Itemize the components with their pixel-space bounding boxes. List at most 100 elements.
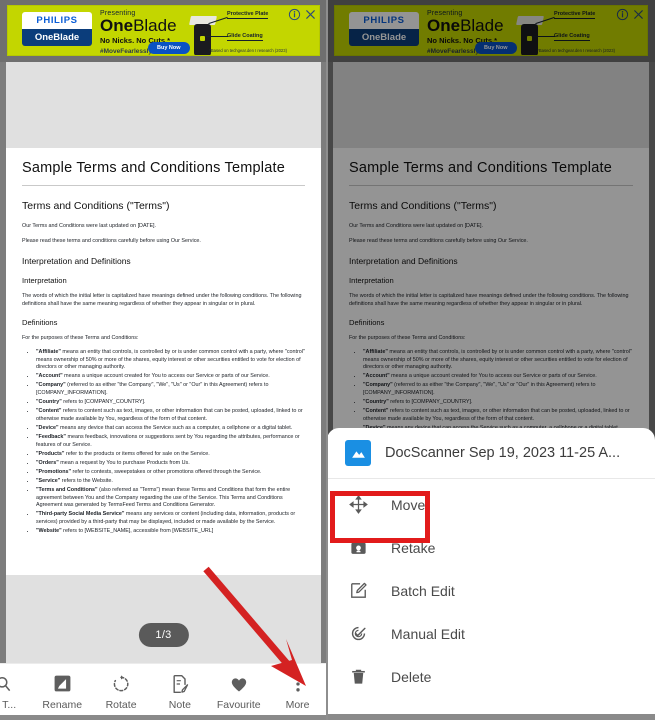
definition-term: "Account"	[36, 373, 63, 380]
document-paragraph-purposes: For the purposes of these Terms and Cond…	[22, 335, 139, 341]
sheet-file-title: DocScanner Sep 19, 2023 11-25 A...	[385, 445, 621, 461]
definition-item: "Device" means any device that can acces…	[36, 425, 305, 433]
sheet-header: DocScanner Sep 19, 2023 11-25 A...	[327, 428, 655, 479]
definition-term: "Device"	[36, 424, 59, 431]
note-icon	[170, 673, 190, 694]
definition-text: refers to [COMPANY_COUNTRY].	[61, 399, 146, 406]
toolbar-label-rename: Rename	[42, 699, 83, 711]
definitions-list: "Affiliate" means an entity that control…	[36, 349, 305, 536]
toolbar-label-more: More	[285, 699, 310, 711]
definition-term: "Orders"	[36, 459, 59, 466]
ad-callout-protective-plate: Protective Plate	[227, 11, 269, 19]
definition-term: "Service"	[36, 477, 61, 484]
bottom-toolbar: to T... Rename Rotate	[0, 663, 327, 720]
document-heading-terms: Terms and Conditions ("Terms")	[22, 200, 170, 212]
callout-line-2	[206, 36, 228, 37]
definition-term: "Affiliate"	[36, 349, 61, 355]
heart-icon	[229, 673, 249, 694]
definition-item: "Third-party Social Media Service" means…	[36, 511, 305, 526]
document-heading-interpretation-definitions: Interpretation and Definitions	[22, 256, 131, 266]
left-panel-bottom-edge	[0, 715, 327, 720]
page-indicator: 1/3	[138, 623, 189, 647]
ad-product-name: OneBlade	[100, 17, 177, 35]
ad-buy-now-button[interactable]: Buy Now	[148, 42, 190, 54]
definition-item: "Products" refer to the products or item…	[36, 451, 305, 459]
definition-item: "Feedback" means feedback, innovations o…	[36, 434, 305, 449]
add-to-tag-icon	[0, 673, 13, 694]
close-icon[interactable]	[304, 8, 317, 21]
philips-oneblade-ad[interactable]: PHILIPS OneBlade Presenting OneBlade No …	[7, 5, 320, 56]
sheet-item-batch-edit[interactable]: Batch Edit	[327, 569, 655, 612]
batch-edit-icon	[347, 581, 369, 600]
definition-text: means any device that can access the Ser…	[58, 424, 293, 431]
info-icon[interactable]	[288, 8, 301, 21]
sheet-item-manual-edit[interactable]: Manual Edit	[327, 612, 655, 655]
definition-text: (referred to as either "the Company", "W…	[36, 382, 269, 396]
definition-item: "Company" (referred to as either "the Co…	[36, 382, 305, 397]
definition-item: "Affiliate" means an entity that control…	[36, 349, 305, 372]
ad-callout-glide-coating: Glide Coating	[227, 33, 263, 41]
manual-edit-icon	[347, 624, 369, 643]
panel-divider	[326, 0, 328, 720]
toolbar-label-rotate: Rotate	[105, 699, 137, 711]
document-paragraph-interpretation: The words of which the initial letter is…	[22, 293, 302, 307]
definition-item: "Promotions" refer to contests, sweepsta…	[36, 469, 305, 477]
toolbar-label-note: Note	[168, 699, 191, 711]
definition-term: "Content"	[36, 408, 62, 415]
definition-term: "Feedback"	[36, 433, 66, 440]
toolbar-item-more[interactable]: More	[268, 673, 327, 711]
definition-item: "Website" refers to [WEBSITE_NAME], acce…	[36, 528, 305, 536]
scanned-document-page[interactable]: Sample Terms and Conditions Template Ter…	[6, 148, 321, 575]
ad-controls	[288, 8, 317, 21]
toolbar-item-note[interactable]: Note	[150, 673, 209, 711]
definition-term: "Third-party Social Media Service"	[36, 511, 125, 518]
definition-item: "Orders" mean a request by You to purcha…	[36, 460, 305, 468]
document-subheading-interpretation: Interpretation	[22, 276, 67, 285]
screenshot-stage: PHILIPS OneBlade Presenting OneBlade No …	[0, 0, 655, 720]
more-options-bottom-sheet: DocScanner Sep 19, 2023 11-25 A... Move …	[327, 428, 655, 720]
document-title: Sample Terms and Conditions Template	[22, 160, 285, 176]
document-paragraph-read: Please read these terms and conditions c…	[22, 238, 201, 244]
toolbar-label-add-to-tag: to T...	[0, 699, 17, 711]
definition-text: means feedback, innovations or suggestio…	[36, 433, 300, 448]
document-subheading-definitions: Definitions	[22, 318, 58, 327]
definition-item: "Service" refers to the Website.	[36, 478, 305, 486]
right-panel: PHILIPS OneBlade Presenting OneBlade No …	[327, 0, 655, 720]
sheet-item-delete[interactable]: Delete	[327, 655, 655, 698]
definition-term: "Terms and Conditions"	[36, 487, 98, 493]
oneblade-wordmark: OneBlade	[22, 29, 92, 46]
definition-term: "Country"	[36, 399, 62, 406]
definition-item: "Country" refers to [COMPANY_COUNTRY].	[36, 399, 305, 407]
definition-text: refer to the products or items offered f…	[64, 450, 210, 457]
definition-term: "Products"	[36, 450, 65, 457]
definition-item: "Account" means a unique account created…	[36, 373, 305, 381]
toolbar-item-rotate[interactable]: Rotate	[92, 673, 151, 711]
toolbar-item-favourite[interactable]: Favourite	[209, 673, 268, 711]
definition-term: "Website"	[36, 527, 62, 534]
right-panel-bottom-edge	[327, 714, 655, 720]
definition-text: means an entity that controls, is contro…	[36, 349, 305, 371]
more-vertical-icon	[288, 673, 308, 694]
toolbar-item-rename[interactable]: Rename	[33, 673, 92, 711]
definition-text: refer to contests, sweepstakes or other …	[71, 468, 262, 475]
image-thumbnail-icon	[345, 440, 371, 466]
left-panel: PHILIPS OneBlade Presenting OneBlade No …	[0, 0, 327, 720]
definition-text: refers to content such as text, images, …	[36, 408, 303, 422]
toolbar-item-add-to-tag[interactable]: to T...	[0, 673, 33, 711]
definition-text: refers to the Website.	[60, 477, 113, 484]
definition-text: means a unique account created for You t…	[62, 373, 270, 380]
ad-banner-container: PHILIPS OneBlade Presenting OneBlade No …	[0, 0, 327, 62]
philips-logo: PHILIPS OneBlade	[22, 12, 92, 46]
document-viewer[interactable]: Sample Terms and Conditions Template Ter…	[0, 62, 327, 663]
philips-wordmark: PHILIPS	[22, 12, 92, 29]
definition-term: "Promotions"	[36, 468, 72, 475]
title-divider	[22, 185, 305, 186]
ad-product-light: Blade	[133, 16, 177, 35]
ad-product-bold: One	[100, 16, 134, 35]
document-paragraph-updated: Our Terms and Conditions were last updat…	[22, 223, 157, 229]
definition-text: refers to [WEBSITE_NAME], accessible fro…	[61, 527, 214, 534]
annotation-highlight-box	[330, 491, 430, 543]
definition-item: "Content" refers to content such as text…	[36, 408, 305, 423]
toolbar-label-favourite: Favourite	[216, 699, 261, 711]
trash-icon	[347, 667, 369, 686]
